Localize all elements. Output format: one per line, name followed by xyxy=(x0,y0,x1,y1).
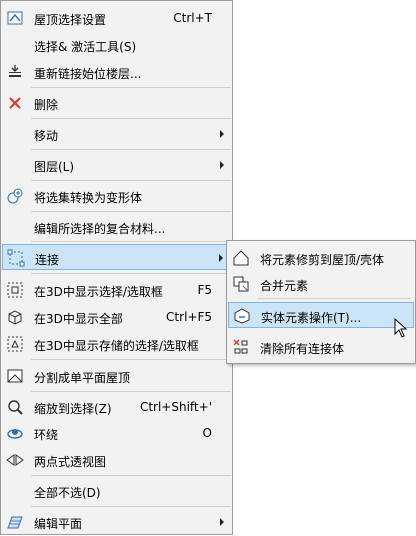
menu-item-label: 图层(L) xyxy=(34,160,75,174)
menu-item-select-activate-tool[interactable]: 选择& 激活工具(S) xyxy=(2,32,232,58)
menu-item-move[interactable]: 移动 xyxy=(2,121,232,147)
menu-item-edit-plane[interactable]: 编辑平面 xyxy=(2,509,232,535)
menu-separator xyxy=(31,118,231,119)
zoom-selection-icon xyxy=(6,398,24,416)
submenu-item-solid-operations[interactable]: 实体元素操作(T)... xyxy=(228,302,414,328)
menu-item-label: 重新链接始位楼层... xyxy=(34,67,142,81)
delete-icon xyxy=(6,94,24,112)
menu-item-shortcut: F5 xyxy=(197,283,212,297)
menu-item-label: 分割成单平面屋顶 xyxy=(34,371,131,385)
menu-item-convert-morph[interactable]: 将选集转换为变形体 xyxy=(2,183,232,209)
menu-item-shortcut: Ctrl+F5 xyxy=(166,310,212,324)
submenu-item-trim-to-roof[interactable]: 将元素修剪到屋顶/壳体 xyxy=(228,245,414,271)
menu-item-orbit[interactable]: 环绕 O xyxy=(2,420,232,446)
submenu-item-merge-elements[interactable]: 合并元素 xyxy=(228,271,414,297)
submenu-arrow-icon xyxy=(220,130,224,138)
submenu-arrow-icon xyxy=(220,518,224,526)
show-3d-selection-icon xyxy=(6,281,24,299)
menu-separator xyxy=(31,506,231,507)
menu-item-label: 两点式透视图 xyxy=(34,455,107,469)
show-3d-all-icon xyxy=(6,308,24,326)
connect-icon xyxy=(7,249,25,267)
menu-item-deselect-all[interactable]: 全部不选(D) xyxy=(2,478,232,504)
menu-item-label: 屋顶选择设置 xyxy=(34,13,107,27)
menu-item-label: 全部不选(D) xyxy=(34,486,101,500)
connect-submenu: 将元素修剪到屋顶/壳体 合并元素 实体元素操作(T)... 清除所有连接体 xyxy=(226,240,416,364)
show-3d-stored-icon xyxy=(6,335,24,353)
menu-item-label: 编辑平面 xyxy=(34,517,83,531)
menu-item-shortcut: Ctrl+T xyxy=(173,11,212,25)
submenu-arrow-icon xyxy=(219,254,223,262)
edit-plane-icon xyxy=(6,513,24,531)
menu-separator xyxy=(31,211,231,212)
two-point-perspective-icon xyxy=(6,451,24,469)
menu-item-shortcut: O xyxy=(202,426,212,440)
menu-separator xyxy=(31,475,231,476)
menu-item-show-3d-selection[interactable]: 在3D中显示选择/选取框 F5 xyxy=(2,277,232,303)
menu-separator xyxy=(31,87,231,88)
convert-morph-icon xyxy=(6,187,24,205)
split-roof-icon xyxy=(6,367,24,385)
menu-item-layer[interactable]: 图层(L) xyxy=(2,152,232,178)
submenu-item-label: 合并元素 xyxy=(260,279,309,293)
submenu-separator xyxy=(257,298,411,299)
menu-item-label: 连接 xyxy=(35,253,60,267)
mouse-cursor-icon xyxy=(394,318,408,338)
submenu-item-label: 将元素修剪到屋顶/壳体 xyxy=(260,253,385,267)
menu-item-show-3d-all[interactable]: 在3D中显示全部 Ctrl+F5 xyxy=(2,304,232,330)
menu-separator xyxy=(31,391,231,392)
submenu-item-clear-connections[interactable]: 清除所有连接体 xyxy=(228,334,414,360)
menu-item-label: 编辑所选择的复合材料... xyxy=(34,222,166,236)
menu-item-label: 在3D中显示存储的选择/选取框 xyxy=(34,339,199,353)
clear-connections-icon xyxy=(232,338,250,356)
menu-item-two-point-perspective[interactable]: 两点式透视图 xyxy=(2,447,232,473)
menu-item-connect[interactable]: 连接 xyxy=(2,244,232,270)
context-menu: 屋顶选择设置 Ctrl+T 选择& 激活工具(S) 重新链接始位楼层... 删除… xyxy=(0,0,233,535)
menu-item-shortcut: Ctrl+Shift+' xyxy=(139,400,212,414)
menu-item-label: 环绕 xyxy=(34,428,59,442)
menu-separator xyxy=(31,241,231,242)
menu-item-label: 将选集转换为变形体 xyxy=(34,191,143,205)
menu-item-roof-settings[interactable]: 屋顶选择设置 Ctrl+T xyxy=(2,5,232,31)
menu-item-label: 缩放到选择(Z) xyxy=(34,402,112,416)
merge-elements-icon xyxy=(232,275,250,293)
submenu-item-label: 清除所有连接体 xyxy=(260,342,345,356)
menu-separator xyxy=(31,149,231,150)
menu-item-label: 删除 xyxy=(34,98,59,112)
menu-item-zoom-selection[interactable]: 缩放到选择(Z) Ctrl+Shift+' xyxy=(2,394,232,420)
solid-operations-icon xyxy=(233,307,251,325)
menu-item-show-3d-stored[interactable]: 在3D中显示存储的选择/选取框 xyxy=(2,331,232,357)
menu-item-split-roof[interactable]: 分割成单平面屋顶 xyxy=(2,363,232,389)
menu-separator xyxy=(31,180,231,181)
relink-story-icon xyxy=(6,63,24,81)
menu-item-label: 移动 xyxy=(34,129,59,143)
menu-item-label: 在3D中显示选择/选取框 xyxy=(34,285,163,299)
menu-item-edit-composite[interactable]: 编辑所选择的复合材料... xyxy=(2,214,232,240)
orbit-icon xyxy=(6,424,24,442)
roof-settings-icon xyxy=(6,9,24,27)
menu-separator xyxy=(31,273,231,274)
trim-to-roof-icon xyxy=(232,249,250,267)
menu-item-label: 在3D中显示全部 xyxy=(34,312,123,326)
menu-item-label: 选择& 激活工具(S) xyxy=(34,40,137,54)
menu-separator xyxy=(31,359,231,360)
submenu-arrow-icon xyxy=(220,161,224,169)
menu-item-delete[interactable]: 删除 xyxy=(2,90,232,116)
menu-item-relink-story[interactable]: 重新链接始位楼层... xyxy=(2,59,232,85)
submenu-item-label: 实体元素操作(T)... xyxy=(261,311,362,325)
